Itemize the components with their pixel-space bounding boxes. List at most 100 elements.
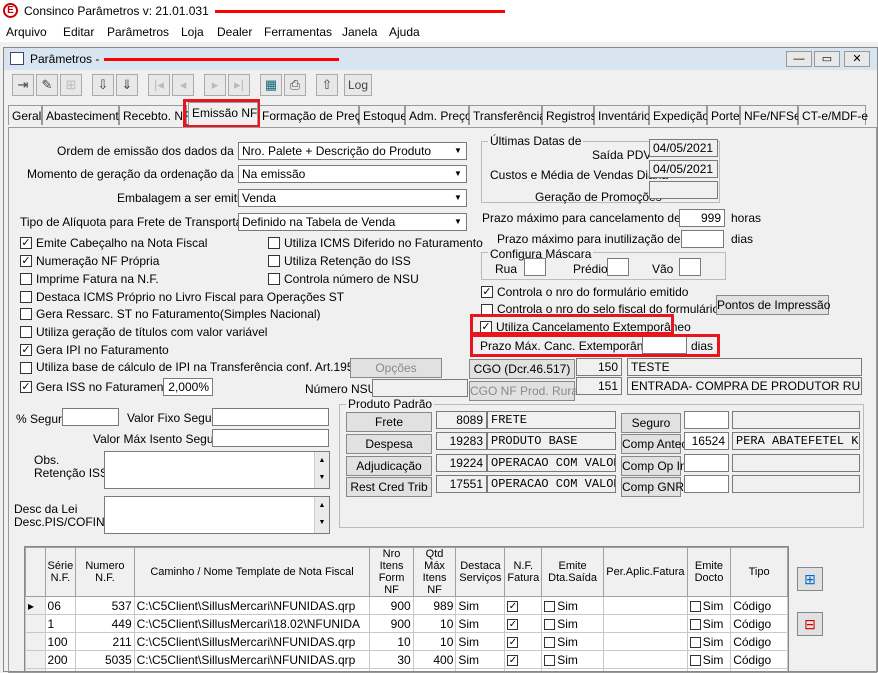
table-cell[interactable]: 5035 <box>75 650 135 669</box>
table-cell[interactable]: Código <box>730 596 788 615</box>
table-row[interactable]: 100 211 C:\C5Client\SillusMercari\NFUNIDAS… <box>25 632 788 651</box>
rest-cred-button[interactable]: Rest Cred Trib <box>346 477 432 497</box>
embalagem-select[interactable]: Venda ▼ <box>238 189 467 207</box>
table-cell[interactable]: Sim <box>541 650 604 669</box>
tab-porte[interactable]: Porte <box>707 105 740 125</box>
tab-cte-mdfe[interactable]: CT-e/MDF-e <box>798 105 868 125</box>
table-cell[interactable]: C:\C5Client\SillusMercari\NFUNIDAS.qrp <box>133 632 371 651</box>
table-cell[interactable]: Sim <box>541 632 604 651</box>
prazo-inut-input[interactable] <box>681 230 724 248</box>
exit-icon[interactable]: ⇥ <box>12 74 34 96</box>
table-cell[interactable]: 06 <box>44 596 77 615</box>
tab-registros[interactable]: Registros <box>542 105 597 125</box>
edit-icon[interactable]: ✎ <box>36 74 58 96</box>
tab-nfe-nfse[interactable]: NFe/NFSe <box>740 105 801 125</box>
first-record-icon[interactable]: |◂ <box>148 74 170 96</box>
tab-geral[interactable]: Geral <box>8 105 42 125</box>
table-cell[interactable]: 4 <box>75 668 135 671</box>
pontos-impressao-button[interactable]: Pontos de Impressão <box>716 295 830 315</box>
predio-input[interactable] <box>607 258 629 276</box>
checkbox[interactable] <box>689 600 701 612</box>
col-emite-docto[interactable]: Emite Docto <box>686 547 732 597</box>
table-cell[interactable]: 10 <box>369 632 414 651</box>
prev-record-icon[interactable]: ◂ <box>172 74 194 96</box>
next-record-icon[interactable]: ▸ <box>204 74 226 96</box>
obs-retencao-textarea[interactable] <box>104 451 330 489</box>
save-icon[interactable]: ⇩ <box>92 74 114 96</box>
table-cell[interactable]: Não <box>455 668 506 671</box>
scrollbar[interactable]: ▲ ▼ <box>314 452 329 488</box>
checkbox-icms-diferido[interactable] <box>268 237 280 249</box>
tab-adm-preco[interactable]: Adm. Preço <box>405 105 472 125</box>
seguro-button[interactable]: Seguro <box>621 413 681 433</box>
table-cell[interactable]: 449 <box>75 614 135 633</box>
table-cell[interactable] <box>603 650 688 669</box>
table-cell[interactable]: 30 <box>369 650 414 669</box>
grid-icon[interactable]: ▦ <box>260 74 282 96</box>
table-cell[interactable]: 100 <box>44 632 77 651</box>
table-cell[interactable]: 989 <box>412 596 457 615</box>
checkbox[interactable]: ✓ <box>507 618 519 630</box>
checkbox[interactable]: ✓ <box>507 636 519 648</box>
row-indicator[interactable] <box>25 650 46 669</box>
table-cell[interactable]: Código <box>730 614 788 633</box>
col-emite-dta[interactable]: Emite Dta.Saída <box>541 547 604 597</box>
comp-gnre-code[interactable] <box>684 475 729 493</box>
col-caminho[interactable]: Caminho / Nome Template de Nota Fiscal <box>133 547 371 597</box>
comp-gnre-button[interactable]: Comp GNRE <box>621 477 692 497</box>
table-cell[interactable]: OE <box>44 668 77 671</box>
table-cell[interactable]: Sim <box>455 650 506 669</box>
comp-antec-code[interactable]: 16524 <box>684 432 729 450</box>
menu-arquivo[interactable]: Arquivo <box>6 25 47 39</box>
valor-max-input[interactable] <box>212 429 329 447</box>
table-cell[interactable]: C:\C5Client\SillusMercari\NFUNIDAS.qrp <box>133 596 371 615</box>
col-nro-itens[interactable]: Nro Itens Form NF <box>369 547 414 597</box>
table-cell[interactable]: 34 <box>369 668 414 671</box>
checkbox[interactable] <box>689 618 701 630</box>
checkbox[interactable] <box>689 654 701 666</box>
table-cell[interactable]: Código <box>730 632 788 651</box>
checkbox[interactable]: ✓ <box>507 654 519 666</box>
col-nf-fatura[interactable]: N.F. Fatura <box>504 547 543 597</box>
menu-ajuda[interactable]: Ajuda <box>389 25 420 39</box>
table-cell[interactable]: ✓ <box>504 596 543 615</box>
table-cell[interactable]: Sim <box>541 596 604 615</box>
checkbox-nsu[interactable] <box>268 273 280 285</box>
table-cell[interactable]: Sim <box>541 614 604 633</box>
ordem-select[interactable]: Nro. Palete + Descrição do Produto ▼ <box>238 142 467 160</box>
table-cell[interactable]: 900 <box>369 596 414 615</box>
table-cell[interactable]: Código <box>730 650 788 669</box>
nsu-input[interactable] <box>372 379 468 397</box>
delete-row-icon[interactable]: ⊟ <box>797 612 823 636</box>
menu-loja[interactable]: Loja <box>181 25 204 39</box>
table-cell[interactable]: 10 <box>412 632 457 651</box>
tab-estoque[interactable]: Estoque <box>359 105 407 125</box>
save-all-icon[interactable]: ⇓ <box>116 74 138 96</box>
table-row[interactable]: OE4C:\C5Client\2-APLICACOES 1801\NFUNID3… <box>25 668 788 671</box>
tab-expedicao[interactable]: Expedição <box>649 105 709 125</box>
adjudicacao-button[interactable]: Adjudicação <box>346 456 432 476</box>
col-numero[interactable]: Numero N.F. <box>75 547 135 597</box>
table-cell[interactable]: ✓ <box>504 650 543 669</box>
table-cell[interactable] <box>603 632 688 651</box>
tab-emissao-nf[interactable]: Emissão NF <box>188 102 258 125</box>
table-cell[interactable]: ✓ <box>504 668 543 671</box>
perc-seguro-input[interactable] <box>62 408 119 426</box>
row-indicator[interactable] <box>25 632 46 651</box>
table-cell[interactable]: Sim <box>686 632 732 651</box>
table-cell[interactable]: 211 <box>75 632 135 651</box>
scrollbar[interactable]: ▲ ▼ <box>314 497 329 533</box>
checkbox[interactable] <box>544 636 556 648</box>
menu-janela[interactable]: Janela <box>342 25 377 39</box>
iss-percent-input[interactable]: 2,000% <box>163 378 213 396</box>
upload-icon[interactable]: ⇧ <box>316 74 338 96</box>
checkbox-controla-form[interactable]: ✓ <box>481 286 493 298</box>
table-cell[interactable]: Sim <box>686 614 732 633</box>
col-tipo[interactable]: Tipo <box>730 547 788 597</box>
checkbox-retencao-iss[interactable] <box>268 255 280 267</box>
checkbox-titulos-variavel[interactable] <box>20 326 32 338</box>
checkbox-base-ipi[interactable] <box>20 362 32 374</box>
restore-button[interactable]: ▭ <box>814 51 840 67</box>
table-row[interactable]: 1 449 C:\C5Client\SillusMercari\18.02\NFUN… <box>25 614 788 633</box>
aliquota-select[interactable]: Definido na Tabela de Venda ▼ <box>238 213 467 231</box>
